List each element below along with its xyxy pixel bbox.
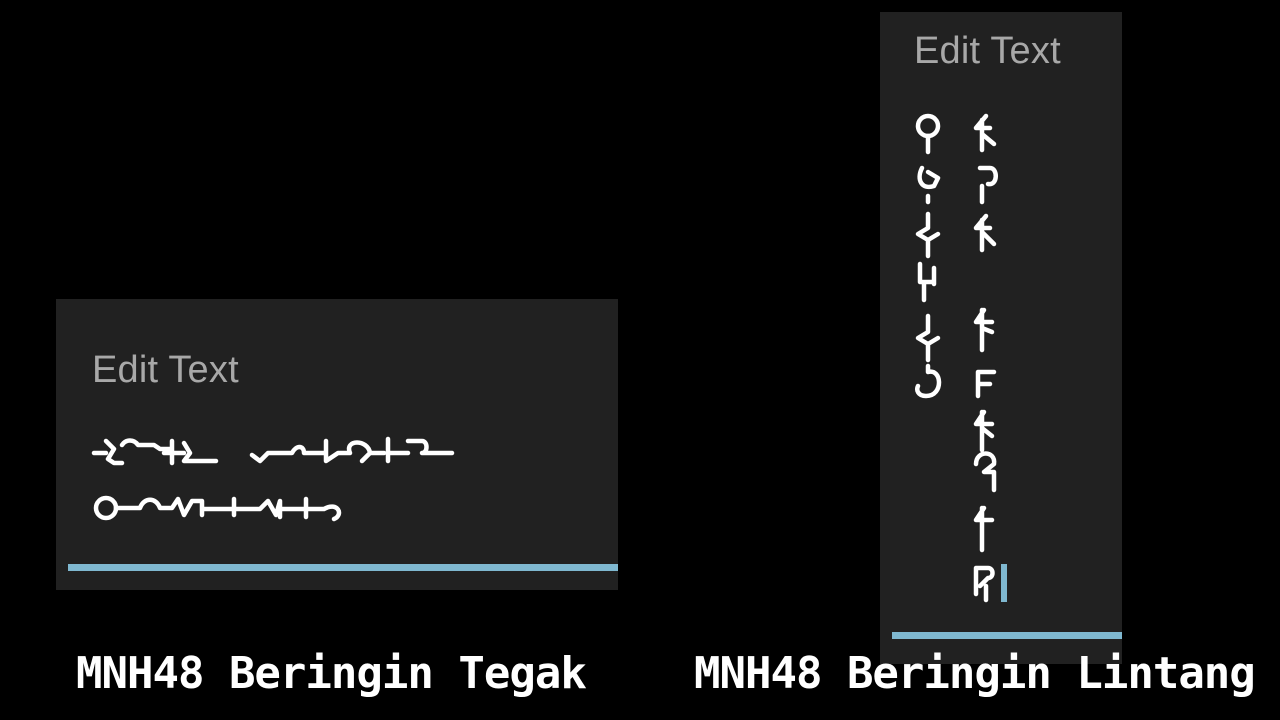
edit-text-underline [68,564,618,571]
text-cursor [1001,564,1007,602]
edit-text-field-horizontal[interactable]: Edit Text [56,299,618,590]
edit-text-underline [892,632,1122,639]
caption-vertical: MNH48 Beringin Lintang [694,648,1256,699]
edit-text-hint: Edit Text [914,30,1061,72]
edit-text-hint: Edit Text [92,349,239,391]
script-text-icon [915,113,998,603]
script-text-icon [91,436,455,522]
caption-horizontal: MNH48 Beringin Tegak [76,648,587,699]
